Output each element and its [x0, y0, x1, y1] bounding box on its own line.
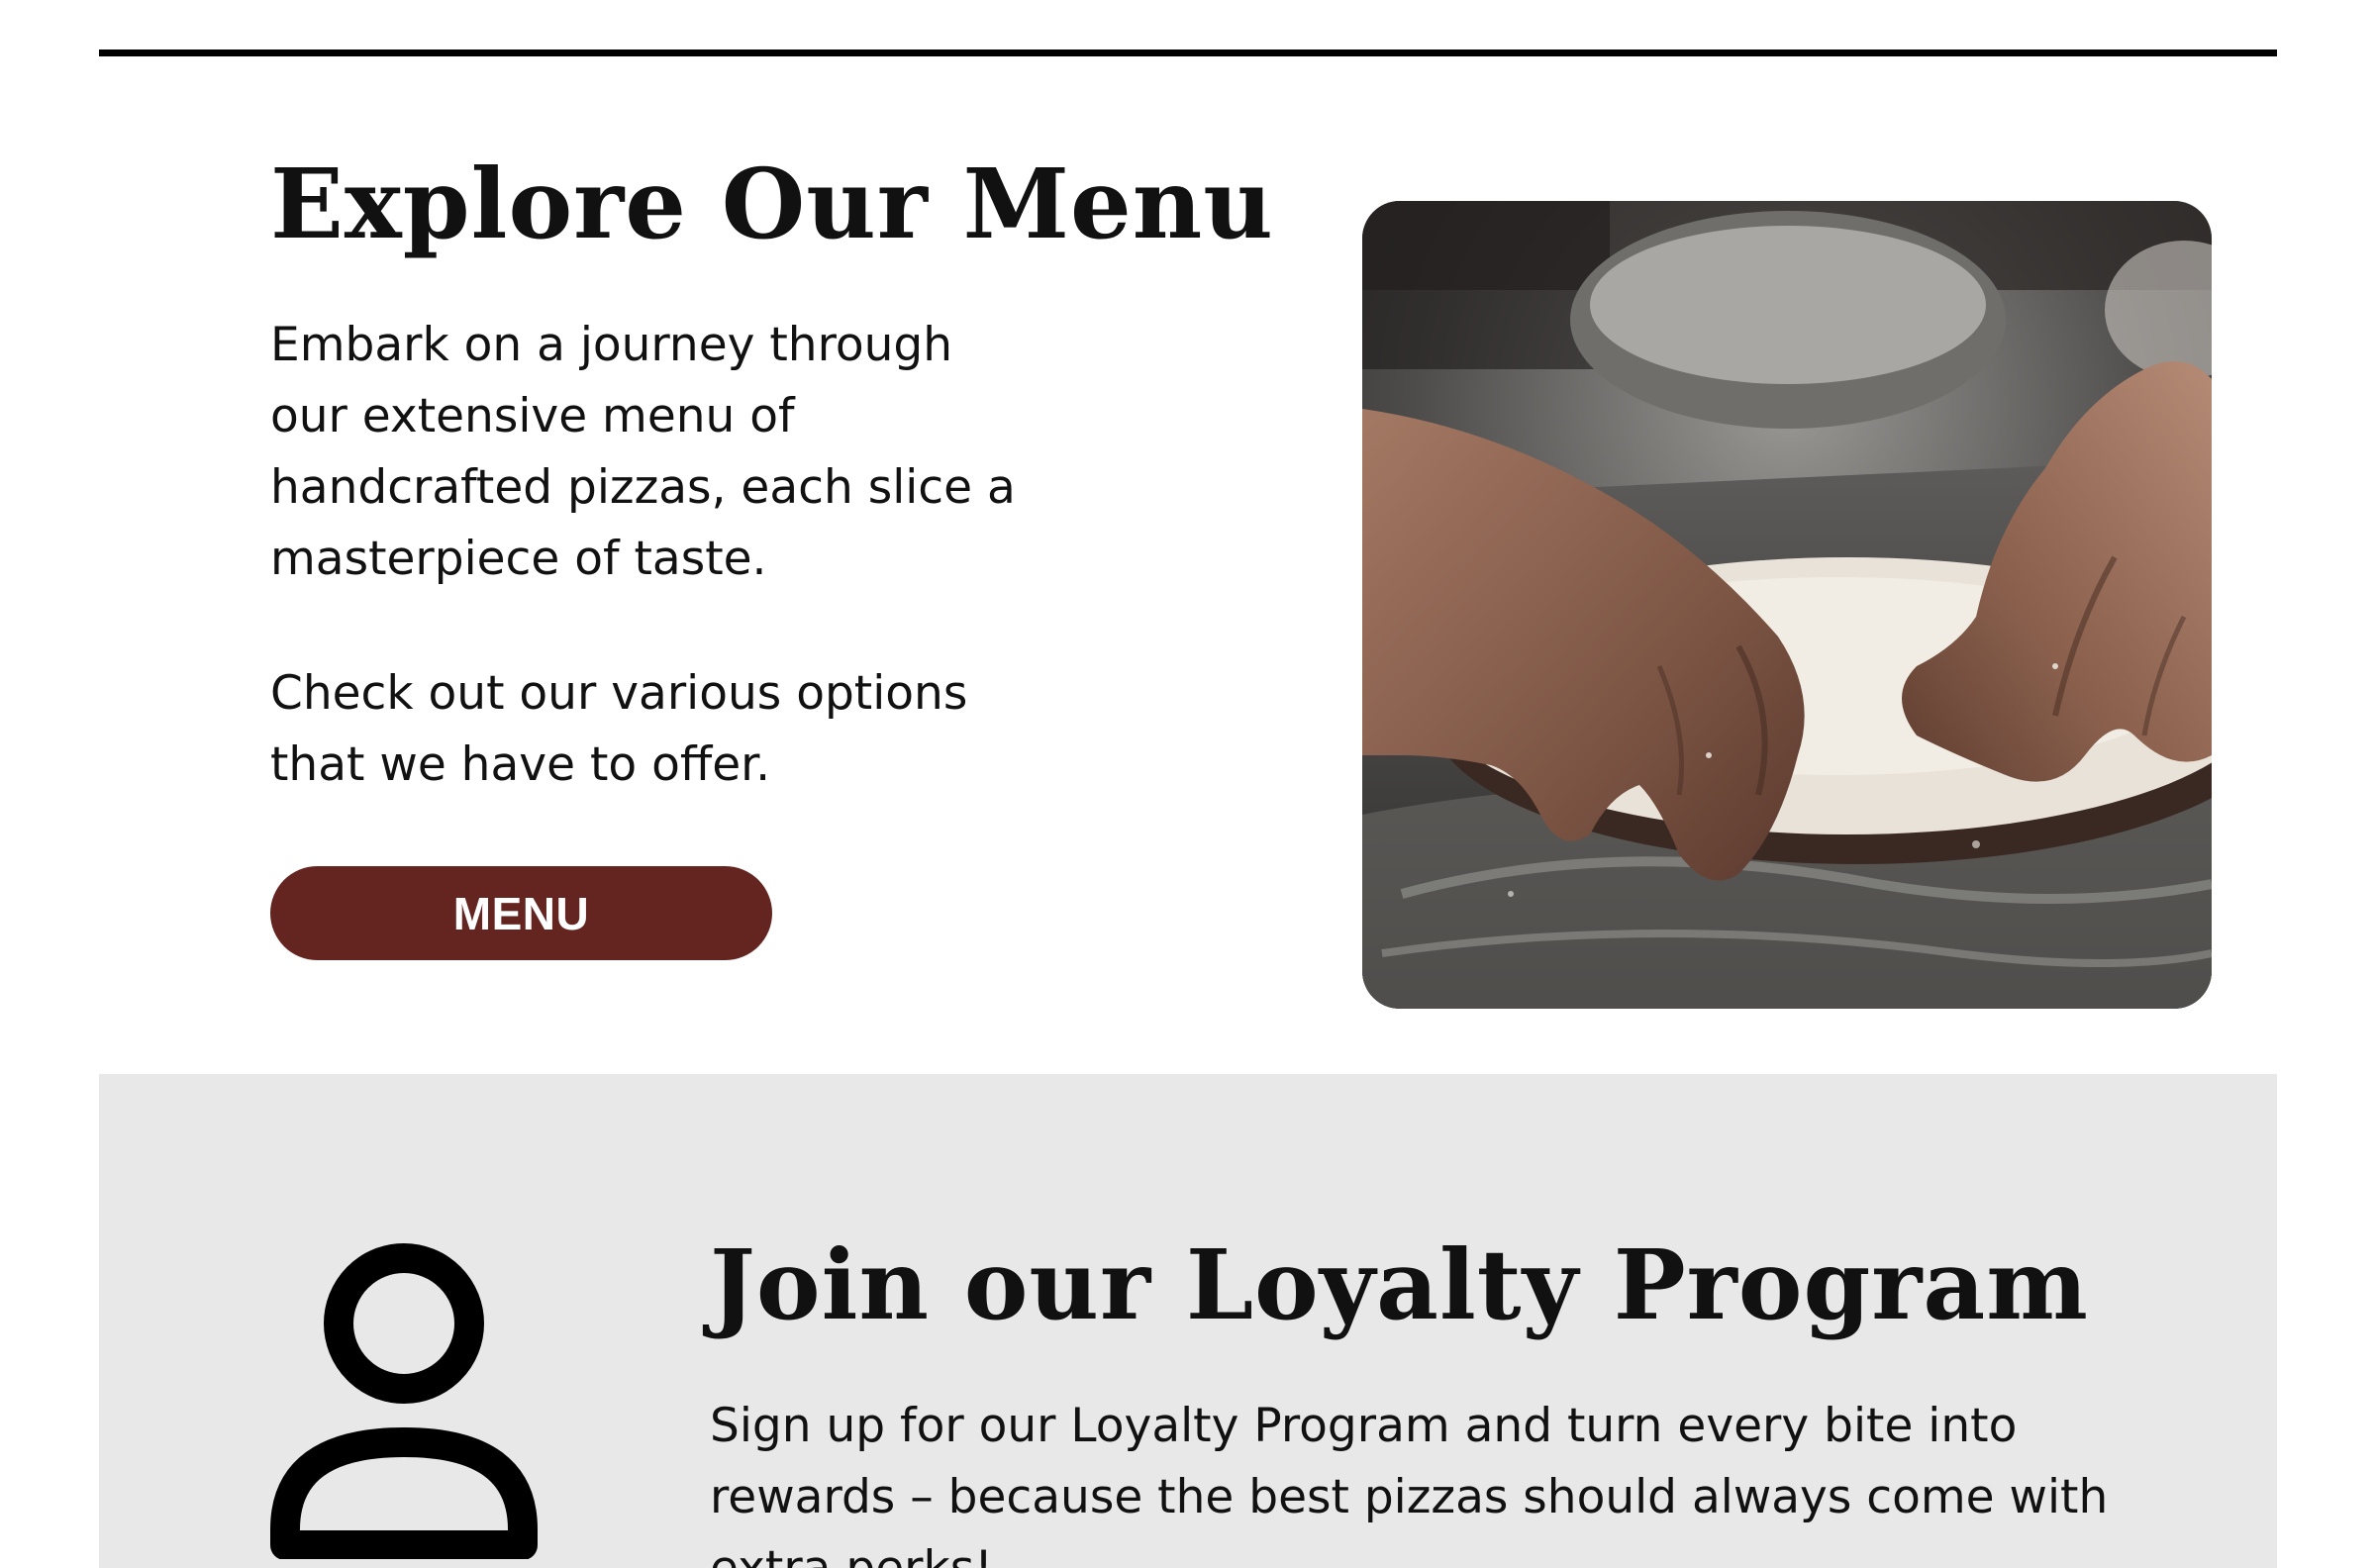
top-divider [99, 49, 2277, 56]
loyalty-description: Sign up for our Loyalty Program and turn… [710, 1399, 2109, 1568]
menu-button[interactable]: MENU [270, 866, 772, 960]
loyalty-section-title: Join our Loyalty Program [710, 1228, 2089, 1341]
page: Explore Our Menu Embark on a journey thr… [0, 0, 2376, 1568]
loyalty-section: Join our Loyalty Program Sign up for our… [99, 1074, 2277, 1568]
pizza-dough-photo [1362, 201, 2212, 1009]
menu-section-title: Explore Our Menu [270, 147, 1274, 260]
menu-description: Embark on a journey through our extensiv… [270, 318, 1016, 586]
menu-options-text: Check out our various options that we ha… [270, 666, 968, 792]
user-icon [265, 1242, 543, 1560]
